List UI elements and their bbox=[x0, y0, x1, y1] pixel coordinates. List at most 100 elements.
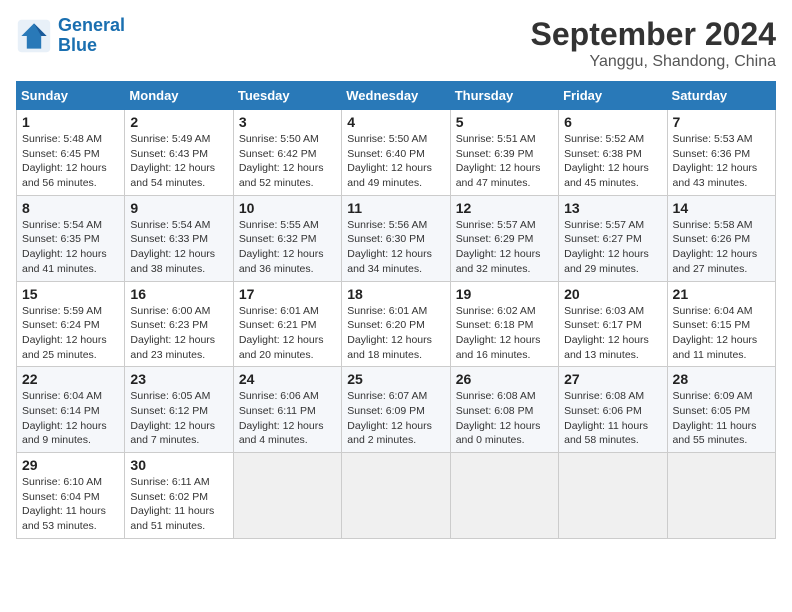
day-number: 14 bbox=[673, 200, 770, 216]
day-info: Sunrise: 5:59 AMSunset: 6:24 PMDaylight:… bbox=[22, 304, 119, 363]
day-number: 22 bbox=[22, 371, 119, 387]
calendar-cell: 9Sunrise: 5:54 AMSunset: 6:33 PMDaylight… bbox=[125, 195, 233, 281]
column-header-friday: Friday bbox=[559, 82, 667, 110]
calendar-cell: 22Sunrise: 6:04 AMSunset: 6:14 PMDayligh… bbox=[17, 367, 125, 453]
day-number: 20 bbox=[564, 286, 661, 302]
day-number: 8 bbox=[22, 200, 119, 216]
calendar-cell: 14 Sunrise: 5:58 AMSunset: 6:26 PMDayligh… bbox=[667, 195, 775, 281]
calendar-cell: 12Sunrise: 5:57 AMSunset: 6:29 PMDayligh… bbox=[450, 195, 558, 281]
day-info: Sunrise: 5:50 AMSunset: 6:42 PMDaylight:… bbox=[239, 132, 336, 191]
calendar-cell bbox=[450, 453, 558, 539]
location-title: Yanggu, Shandong, China bbox=[531, 53, 776, 71]
day-number: 12 bbox=[456, 200, 553, 216]
logo-line1: General bbox=[58, 15, 125, 35]
calendar-week-4: 22Sunrise: 6:04 AMSunset: 6:14 PMDayligh… bbox=[17, 367, 776, 453]
calendar-cell: 3 Sunrise: 5:50 AMSunset: 6:42 PMDaylight… bbox=[233, 110, 341, 196]
calendar-cell: 18 Sunrise: 6:01 AMSunset: 6:20 PMDayligh… bbox=[342, 281, 450, 367]
column-headers: SundayMondayTuesdayWednesdayThursdayFrid… bbox=[17, 82, 776, 110]
calendar-cell: 10 Sunrise: 5:55 AMSunset: 6:32 PMDayligh… bbox=[233, 195, 341, 281]
day-number: 18 bbox=[347, 286, 444, 302]
day-number: 2 bbox=[130, 114, 227, 130]
calendar-cell: 11 Sunrise: 5:56 AMSunset: 6:30 PMDayligh… bbox=[342, 195, 450, 281]
calendar-cell: 13 Sunrise: 5:57 AMSunset: 6:27 PMDayligh… bbox=[559, 195, 667, 281]
calendar-cell bbox=[233, 453, 341, 539]
day-number: 24 bbox=[239, 371, 336, 387]
calendar-cell: 25Sunrise: 6:07 AMSunset: 6:09 PMDayligh… bbox=[342, 367, 450, 453]
day-number: 23 bbox=[130, 371, 227, 387]
day-number: 11 bbox=[347, 200, 444, 216]
day-info: Sunrise: 5:48 AMSunset: 6:45 PMDaylight:… bbox=[22, 132, 119, 191]
day-info: Sunrise: 6:07 AMSunset: 6:09 PMDaylight:… bbox=[347, 389, 444, 448]
day-info: Sunrise: 6:00 AMSunset: 6:23 PMDaylight:… bbox=[130, 304, 227, 363]
day-number: 27 bbox=[564, 371, 661, 387]
column-header-thursday: Thursday bbox=[450, 82, 558, 110]
calendar-week-5: 29 Sunrise: 6:10 AMSunset: 6:04 PMDayligh… bbox=[17, 453, 776, 539]
calendar-cell: 28Sunrise: 6:09 AMSunset: 6:05 PMDayligh… bbox=[667, 367, 775, 453]
calendar-cell: 27Sunrise: 6:08 AMSunset: 6:06 PMDayligh… bbox=[559, 367, 667, 453]
day-info: Sunrise: 5:57 AMSunset: 6:27 PMDaylight:… bbox=[564, 218, 661, 277]
day-info: Sunrise: 6:10 AMSunset: 6:04 PMDaylight:… bbox=[22, 475, 119, 534]
day-info: Sunrise: 5:54 AMSunset: 6:33 PMDaylight:… bbox=[130, 218, 227, 277]
day-info: Sunrise: 5:52 AMSunset: 6:38 PMDaylight:… bbox=[564, 132, 661, 191]
day-info: Sunrise: 5:49 AMSunset: 6:43 PMDaylight:… bbox=[130, 132, 227, 191]
day-info: Sunrise: 6:11 AMSunset: 6:02 PMDaylight:… bbox=[130, 475, 227, 534]
day-number: 29 bbox=[22, 457, 119, 473]
day-info: Sunrise: 6:03 AMSunset: 6:17 PMDaylight:… bbox=[564, 304, 661, 363]
logo-icon bbox=[16, 18, 52, 54]
calendar-week-3: 15Sunrise: 5:59 AMSunset: 6:24 PMDayligh… bbox=[17, 281, 776, 367]
day-info: Sunrise: 6:02 AMSunset: 6:18 PMDaylight:… bbox=[456, 304, 553, 363]
title-area: September 2024 Yanggu, Shandong, China bbox=[531, 16, 776, 71]
day-number: 1 bbox=[22, 114, 119, 130]
calendar-cell: 29 Sunrise: 6:10 AMSunset: 6:04 PMDayligh… bbox=[17, 453, 125, 539]
calendar-cell: 21 Sunrise: 6:04 AMSunset: 6:15 PMDayligh… bbox=[667, 281, 775, 367]
day-number: 30 bbox=[130, 457, 227, 473]
day-number: 7 bbox=[673, 114, 770, 130]
day-info: Sunrise: 5:50 AMSunset: 6:40 PMDaylight:… bbox=[347, 132, 444, 191]
day-info: Sunrise: 6:06 AMSunset: 6:11 PMDaylight:… bbox=[239, 389, 336, 448]
calendar-cell: 6 Sunrise: 5:52 AMSunset: 6:38 PMDaylight… bbox=[559, 110, 667, 196]
day-number: 10 bbox=[239, 200, 336, 216]
day-info: Sunrise: 5:55 AMSunset: 6:32 PMDaylight:… bbox=[239, 218, 336, 277]
logo-line2: Blue bbox=[58, 35, 97, 55]
calendar-cell: 30 Sunrise: 6:11 AMSunset: 6:02 PMDayligh… bbox=[125, 453, 233, 539]
day-info: Sunrise: 5:58 AMSunset: 6:26 PMDaylight:… bbox=[673, 218, 770, 277]
day-info: Sunrise: 5:53 AMSunset: 6:36 PMDaylight:… bbox=[673, 132, 770, 191]
day-number: 4 bbox=[347, 114, 444, 130]
day-info: Sunrise: 5:54 AMSunset: 6:35 PMDaylight:… bbox=[22, 218, 119, 277]
day-info: Sunrise: 6:09 AMSunset: 6:05 PMDaylight:… bbox=[673, 389, 770, 448]
calendar-week-1: 1 Sunrise: 5:48 AMSunset: 6:45 PMDaylight… bbox=[17, 110, 776, 196]
page-header: General Blue September 2024 Yanggu, Shan… bbox=[16, 16, 776, 71]
day-number: 5 bbox=[456, 114, 553, 130]
column-header-tuesday: Tuesday bbox=[233, 82, 341, 110]
calendar-cell: 19Sunrise: 6:02 AMSunset: 6:18 PMDayligh… bbox=[450, 281, 558, 367]
day-info: Sunrise: 6:01 AMSunset: 6:21 PMDaylight:… bbox=[239, 304, 336, 363]
day-info: Sunrise: 6:04 AMSunset: 6:15 PMDaylight:… bbox=[673, 304, 770, 363]
month-title: September 2024 bbox=[531, 16, 776, 53]
logo-text: General Blue bbox=[58, 16, 125, 56]
day-number: 26 bbox=[456, 371, 553, 387]
day-number: 13 bbox=[564, 200, 661, 216]
day-info: Sunrise: 6:08 AMSunset: 6:08 PMDaylight:… bbox=[456, 389, 553, 448]
calendar-cell: 7 Sunrise: 5:53 AMSunset: 6:36 PMDaylight… bbox=[667, 110, 775, 196]
calendar-cell: 8 Sunrise: 5:54 AMSunset: 6:35 PMDaylight… bbox=[17, 195, 125, 281]
day-info: Sunrise: 6:05 AMSunset: 6:12 PMDaylight:… bbox=[130, 389, 227, 448]
column-header-monday: Monday bbox=[125, 82, 233, 110]
calendar-cell bbox=[559, 453, 667, 539]
day-number: 16 bbox=[130, 286, 227, 302]
day-number: 6 bbox=[564, 114, 661, 130]
calendar-cell: 24 Sunrise: 6:06 AMSunset: 6:11 PMDayligh… bbox=[233, 367, 341, 453]
day-info: Sunrise: 5:56 AMSunset: 6:30 PMDaylight:… bbox=[347, 218, 444, 277]
calendar-cell: 23 Sunrise: 6:05 AMSunset: 6:12 PMDayligh… bbox=[125, 367, 233, 453]
calendar-cell: 2 Sunrise: 5:49 AMSunset: 6:43 PMDaylight… bbox=[125, 110, 233, 196]
calendar-week-2: 8 Sunrise: 5:54 AMSunset: 6:35 PMDaylight… bbox=[17, 195, 776, 281]
calendar-cell: 5Sunrise: 5:51 AMSunset: 6:39 PMDaylight… bbox=[450, 110, 558, 196]
day-info: Sunrise: 6:01 AMSunset: 6:20 PMDaylight:… bbox=[347, 304, 444, 363]
day-number: 3 bbox=[239, 114, 336, 130]
calendar-cell bbox=[342, 453, 450, 539]
logo: General Blue bbox=[16, 16, 125, 56]
calendar-cell bbox=[667, 453, 775, 539]
day-number: 17 bbox=[239, 286, 336, 302]
calendar-cell: 20 Sunrise: 6:03 AMSunset: 6:17 PMDayligh… bbox=[559, 281, 667, 367]
day-number: 21 bbox=[673, 286, 770, 302]
column-header-sunday: Sunday bbox=[17, 82, 125, 110]
